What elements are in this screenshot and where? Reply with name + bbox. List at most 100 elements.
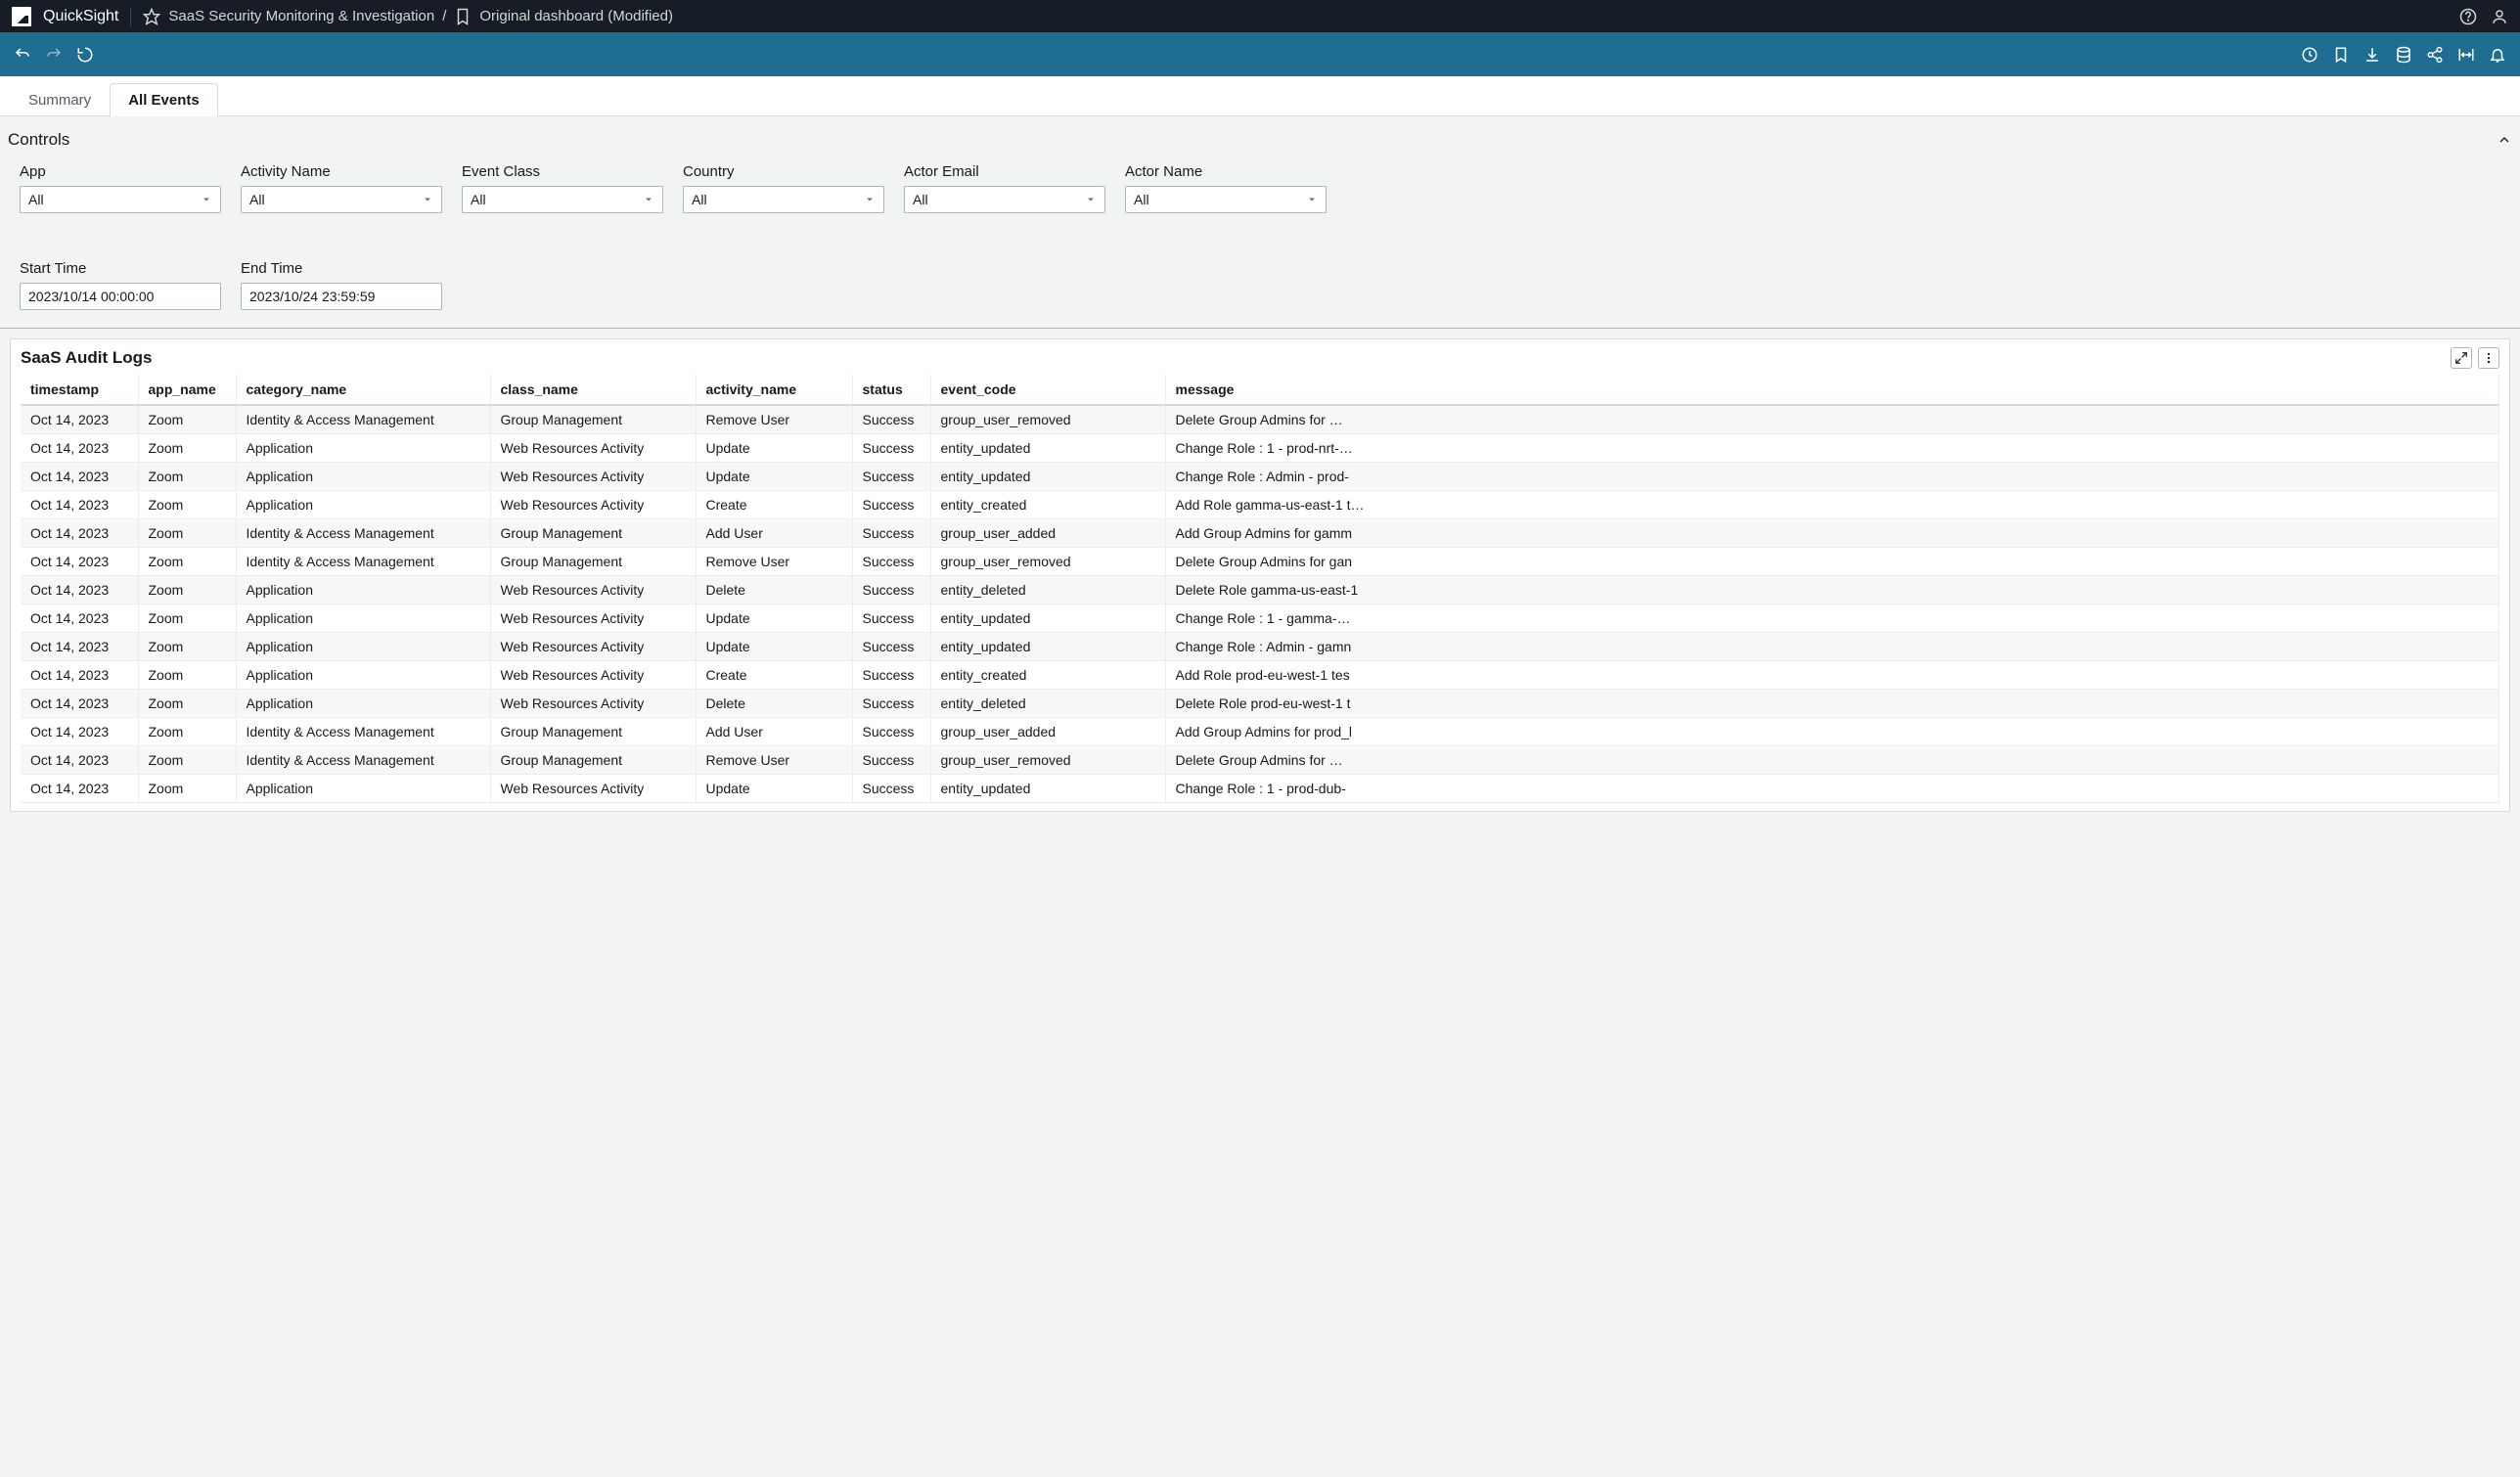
table-cell: Group Management <box>490 519 696 548</box>
control-label: Activity Name <box>241 163 442 180</box>
table-cell: Web Resources Activity <box>490 491 696 519</box>
database-icon[interactable] <box>2395 46 2412 64</box>
table-row[interactable]: Oct 14, 2023ZoomApplicationWeb Resources… <box>21 576 2499 604</box>
table-cell: Identity & Access Management <box>236 405 490 434</box>
breadcrumb-project[interactable]: SaaS Security Monitoring & Investigation <box>168 8 434 24</box>
quicksight-logo-icon[interactable] <box>12 7 31 26</box>
table-row[interactable]: Oct 14, 2023ZoomApplicationWeb Resources… <box>21 463 2499 491</box>
breadcrumb-page[interactable]: Original dashboard (Modified) <box>479 8 673 24</box>
toolbar <box>0 32 2520 76</box>
table-row[interactable]: Oct 14, 2023ZoomIdentity & Access Manage… <box>21 519 2499 548</box>
table-wrap[interactable]: timestamp app_name category_name class_n… <box>21 375 2499 803</box>
more-vertical-icon <box>2482 351 2496 365</box>
table-row[interactable]: Oct 14, 2023ZoomIdentity & Access Manage… <box>21 405 2499 434</box>
select-event-class[interactable]: All <box>462 186 663 213</box>
share-icon[interactable] <box>2426 46 2444 64</box>
table-cell: Web Resources Activity <box>490 633 696 661</box>
col-event-code[interactable]: event_code <box>930 375 1165 405</box>
table-row[interactable]: Oct 14, 2023ZoomApplicationWeb Resources… <box>21 661 2499 690</box>
table-cell: Oct 14, 2023 <box>21 604 138 633</box>
table-cell: Zoom <box>138 405 236 434</box>
table-cell: Oct 14, 2023 <box>21 548 138 576</box>
table-cell: Application <box>236 463 490 491</box>
select-app[interactable]: All <box>20 186 221 213</box>
table-row[interactable]: Oct 14, 2023ZoomApplicationWeb Resources… <box>21 690 2499 718</box>
table-cell: Delete Group Admins for … <box>1165 405 2499 434</box>
sheet-tabs: Summary All Events <box>0 76 2520 116</box>
table-cell: entity_updated <box>930 604 1165 633</box>
audit-log-table: timestamp app_name category_name class_n… <box>21 375 2499 803</box>
help-icon[interactable] <box>2459 8 2477 25</box>
col-app-name[interactable]: app_name <box>138 375 236 405</box>
table-cell: Oct 14, 2023 <box>21 690 138 718</box>
table-cell: Remove User <box>696 746 852 775</box>
col-activity-name[interactable]: activity_name <box>696 375 852 405</box>
expand-visual-button[interactable] <box>2451 347 2472 369</box>
table-cell: entity_deleted <box>930 576 1165 604</box>
table-cell: entity_updated <box>930 463 1165 491</box>
clock-icon[interactable] <box>2301 46 2318 64</box>
table-cell: Oct 14, 2023 <box>21 463 138 491</box>
table-cell: Web Resources Activity <box>490 576 696 604</box>
col-status[interactable]: status <box>852 375 930 405</box>
table-cell: Success <box>852 604 930 633</box>
table-cell: Change Role : Admin - gamn <box>1165 633 2499 661</box>
table-row[interactable]: Oct 14, 2023ZoomApplicationWeb Resources… <box>21 434 2499 463</box>
fit-width-icon[interactable] <box>2457 46 2475 64</box>
input-start-time[interactable]: 2023/10/14 00:00:00 <box>20 283 221 310</box>
controls-panel: Controls App All Activity Name All Event… <box>0 116 2520 329</box>
table-row[interactable]: Oct 14, 2023ZoomApplicationWeb Resources… <box>21 604 2499 633</box>
bookmark-toolbar-icon[interactable] <box>2332 46 2350 64</box>
reset-icon[interactable] <box>76 46 94 64</box>
table-cell: Delete <box>696 690 852 718</box>
select-activity-name[interactable]: All <box>241 186 442 213</box>
table-cell: Change Role : 1 - gamma-… <box>1165 604 2499 633</box>
undo-icon[interactable] <box>14 46 31 64</box>
controls-collapse-button[interactable] <box>2497 132 2512 148</box>
table-cell: Success <box>852 661 930 690</box>
table-header: timestamp app_name category_name class_n… <box>21 375 2499 405</box>
visual-header: SaaS Audit Logs <box>21 347 2499 375</box>
table-cell: Zoom <box>138 463 236 491</box>
table-row[interactable]: Oct 14, 2023ZoomIdentity & Access Manage… <box>21 746 2499 775</box>
table-cell: Web Resources Activity <box>490 661 696 690</box>
table-cell: entity_updated <box>930 434 1165 463</box>
topbar: QuickSight SaaS Security Monitoring & In… <box>0 0 2520 32</box>
table-cell: Delete Role gamma-us-east-1 <box>1165 576 2499 604</box>
table-cell: Remove User <box>696 548 852 576</box>
tab-all-events[interactable]: All Events <box>110 83 218 116</box>
select-country[interactable]: All <box>683 186 884 213</box>
table-cell: Update <box>696 633 852 661</box>
user-icon[interactable] <box>2491 8 2508 25</box>
select-actor-name[interactable]: All <box>1125 186 1327 213</box>
bell-icon[interactable] <box>2489 46 2506 64</box>
table-row[interactable]: Oct 14, 2023ZoomApplicationWeb Resources… <box>21 775 2499 803</box>
table-row[interactable]: Oct 14, 2023ZoomApplicationWeb Resources… <box>21 491 2499 519</box>
table-cell: Success <box>852 463 930 491</box>
table-cell: Success <box>852 576 930 604</box>
col-class-name[interactable]: class_name <box>490 375 696 405</box>
table-cell: Success <box>852 690 930 718</box>
table-cell: Application <box>236 576 490 604</box>
table-cell: Add User <box>696 718 852 746</box>
col-message[interactable]: message <box>1165 375 2499 405</box>
select-actor-email[interactable]: All <box>904 186 1105 213</box>
bookmark-icon[interactable] <box>454 8 472 25</box>
table-row[interactable]: Oct 14, 2023ZoomApplicationWeb Resources… <box>21 633 2499 661</box>
caret-down-icon <box>643 194 654 205</box>
table-cell: group_user_removed <box>930 548 1165 576</box>
tab-summary[interactable]: Summary <box>10 83 110 116</box>
table-row[interactable]: Oct 14, 2023ZoomIdentity & Access Manage… <box>21 718 2499 746</box>
input-end-time[interactable]: 2023/10/24 23:59:59 <box>241 283 442 310</box>
visual-menu-button[interactable] <box>2478 347 2499 369</box>
star-icon[interactable] <box>143 8 160 25</box>
table-cell: Update <box>696 463 852 491</box>
download-icon[interactable] <box>2363 46 2381 64</box>
control-label: Actor Email <box>904 163 1105 180</box>
control-label: Actor Name <box>1125 163 1327 180</box>
col-category-name[interactable]: category_name <box>236 375 490 405</box>
table-cell: Success <box>852 519 930 548</box>
col-timestamp[interactable]: timestamp <box>21 375 138 405</box>
table-row[interactable]: Oct 14, 2023ZoomIdentity & Access Manage… <box>21 548 2499 576</box>
redo-icon[interactable] <box>45 46 63 64</box>
